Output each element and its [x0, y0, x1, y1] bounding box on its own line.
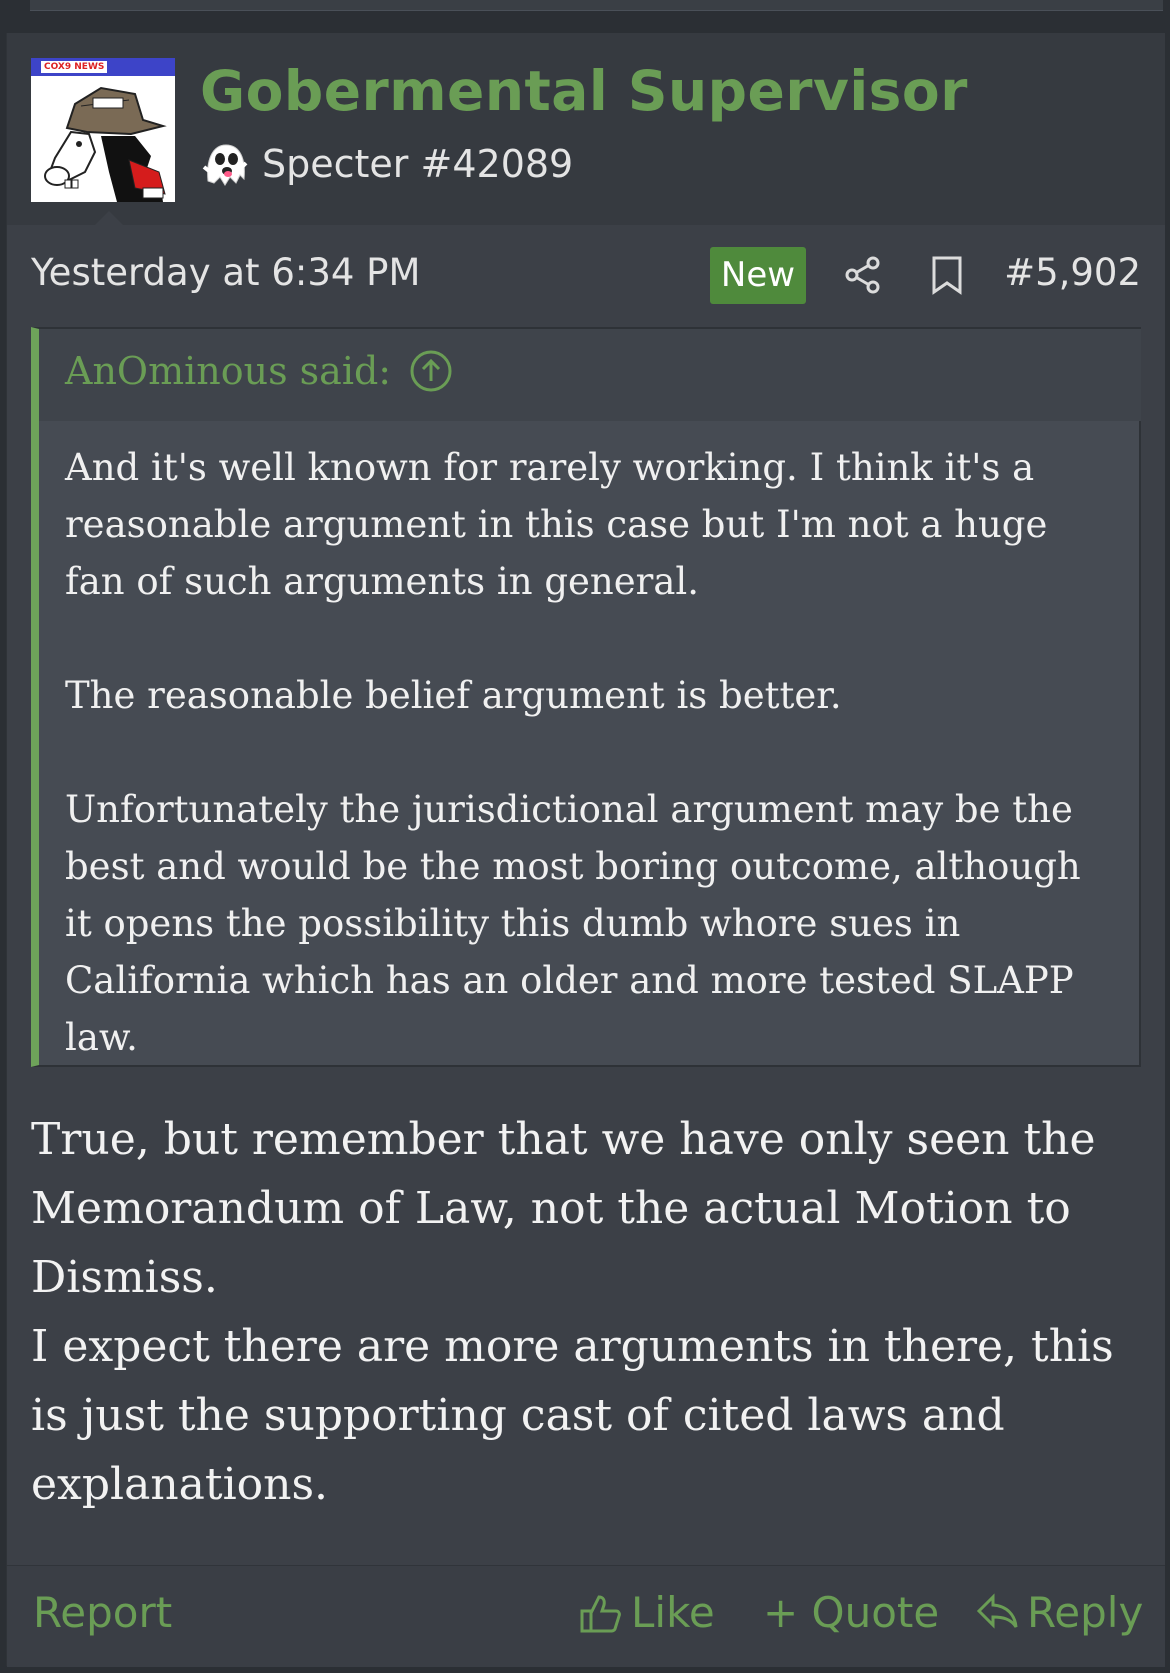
quote-paragraph: And it's well known for rarely working. … — [65, 446, 1048, 603]
avatar-pointer — [95, 211, 123, 225]
reply-label: Reply — [1027, 1588, 1144, 1637]
post-header: COX9 NEWS Gobermental Supervisor Specter… — [7, 33, 1165, 225]
username[interactable]: Gobermental Supervisor — [200, 59, 968, 123]
quote-button[interactable]: + Quote — [763, 1588, 939, 1637]
thumbs-up-icon — [580, 1594, 621, 1632]
post-number-link[interactable]: #5,902 — [1004, 251, 1141, 294]
quote-paragraph: The reasonable belief argument is better… — [65, 674, 842, 717]
like-label: Like — [631, 1588, 715, 1637]
avatar-banner: COX9 NEWS — [31, 58, 175, 76]
previous-post-edge — [30, 0, 1163, 11]
quote-body: And it's well known for rarely working. … — [65, 439, 1115, 1066]
avatar-tag: COX9 NEWS — [41, 61, 108, 73]
share-icon[interactable] — [843, 255, 883, 295]
quote-author-label: AnOminous said: — [65, 349, 392, 393]
arrow-up-circle-icon[interactable] — [409, 349, 453, 393]
post-date[interactable]: Yesterday at 6:34 PM — [31, 251, 420, 294]
post-meta-row: Yesterday at 6:34 PM New #5,902 — [7, 243, 1165, 304]
avatar[interactable]: COX9 NEWS — [31, 58, 175, 202]
user-title-text: Specter #42089 — [262, 142, 574, 186]
quote-author[interactable]: AnOminous said: — [65, 349, 453, 393]
post-footer: Report Like + Quote Reply — [7, 1565, 1165, 1667]
new-badge: New — [710, 247, 806, 304]
bookmark-icon[interactable] — [929, 255, 965, 295]
user-title: Specter #42089 — [200, 141, 573, 187]
reply-button[interactable]: Reply — [975, 1588, 1143, 1637]
message-paragraph: True, but remember that we have only see… — [31, 1114, 1096, 1303]
post-message: True, but remember that we have only see… — [31, 1105, 1151, 1519]
report-button[interactable]: Report — [33, 1588, 172, 1637]
forum-post: COX9 NEWS Gobermental Supervisor Specter… — [6, 33, 1165, 1667]
message-paragraph: I expect there are more arguments in the… — [31, 1321, 1114, 1510]
like-button[interactable]: Like — [579, 1588, 715, 1637]
avatar-cartoon-image — [31, 76, 175, 202]
quote-paragraph: Unfortunately the jurisdictional argumen… — [65, 788, 1081, 1059]
ghost-icon — [200, 141, 250, 187]
quote-header: AnOminous said: — [39, 329, 1141, 421]
reply-arrow-icon — [976, 1592, 1018, 1629]
quote-block: AnOminous said: And it's well known for … — [31, 327, 1141, 1067]
